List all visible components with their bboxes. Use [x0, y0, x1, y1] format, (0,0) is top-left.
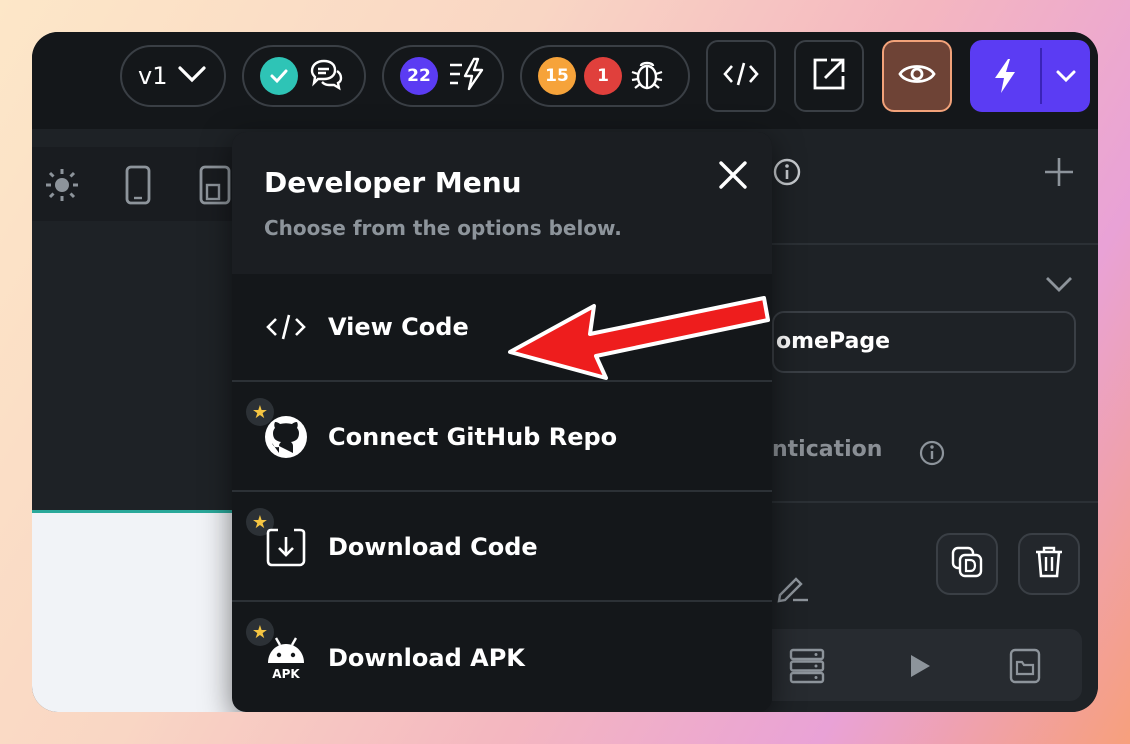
- menu-item-download-apk[interactable]: ★ APK Download APK: [232, 604, 772, 712]
- code-icon: [262, 303, 310, 351]
- warnings-count-badge: 15: [538, 57, 576, 95]
- add-icon[interactable]: [1042, 155, 1076, 193]
- panel-tabbar: [772, 629, 1082, 701]
- annotation-arrow: [502, 294, 772, 388]
- check-icon: [260, 57, 298, 95]
- properties-panel: omePage ntication: [772, 129, 1098, 712]
- menu-item-label: View Code: [328, 313, 469, 341]
- app-window: v1 22 15 1 omePage ntication Developer M…: [32, 32, 1098, 712]
- download-icon: [262, 523, 310, 571]
- canvas-preview: [32, 510, 252, 712]
- version-selector[interactable]: v1: [120, 45, 226, 107]
- code-icon: [722, 60, 760, 92]
- info-icon: [918, 439, 946, 471]
- apk-caption: APK: [272, 667, 300, 681]
- tasks-count-badge: 22: [400, 57, 438, 95]
- canvas-toolbar: [32, 147, 232, 221]
- review-pill[interactable]: [242, 45, 366, 107]
- eye-icon: [898, 61, 936, 91]
- panel-divider: [772, 501, 1098, 503]
- developer-menu: Developer Menu Choose from the options b…: [232, 132, 772, 712]
- android-icon: APK: [262, 634, 310, 682]
- preview-button[interactable]: [882, 40, 952, 112]
- open-external-button[interactable]: [794, 40, 864, 112]
- duplicate-icon: [950, 545, 984, 583]
- duplicate-button[interactable]: [936, 533, 998, 595]
- external-link-icon: [811, 56, 847, 96]
- menu-item-label: Download APK: [328, 644, 525, 672]
- tablet-icon[interactable]: [198, 165, 232, 209]
- issues-pill[interactable]: 15 1: [520, 45, 690, 107]
- chevron-down-icon: [177, 64, 207, 88]
- chevron-down-icon[interactable]: [1042, 69, 1090, 83]
- info-icon: [772, 157, 802, 191]
- edit-icon[interactable]: [776, 571, 810, 607]
- page-name-value: omePage: [776, 329, 891, 354]
- developer-menu-subtitle: Choose from the options below.: [264, 216, 622, 240]
- delete-button[interactable]: [1018, 533, 1080, 595]
- phone-icon[interactable]: [124, 165, 152, 209]
- folder-file-icon[interactable]: [1008, 647, 1042, 689]
- lightning-icon[interactable]: [970, 58, 1040, 94]
- menu-item-label: Connect GitHub Repo: [328, 423, 618, 451]
- chevron-down-icon[interactable]: [1044, 275, 1074, 297]
- github-icon: [262, 413, 310, 461]
- page-name-field[interactable]: omePage: [772, 311, 1076, 373]
- developer-menu-header: Developer Menu Choose from the options b…: [232, 132, 772, 274]
- top-toolbar: v1 22 15 1: [32, 32, 1098, 129]
- comments-icon: [308, 57, 344, 95]
- developer-menu-title: Developer Menu: [264, 166, 522, 199]
- tasks-pill[interactable]: 22: [382, 45, 504, 107]
- database-icon[interactable]: [788, 647, 826, 689]
- bug-icon: [630, 56, 664, 96]
- version-label: v1: [138, 62, 168, 90]
- trash-icon: [1034, 545, 1064, 583]
- play-icon[interactable]: [908, 653, 932, 683]
- errors-count-badge: 1: [584, 57, 622, 95]
- panel-divider: [772, 243, 1098, 245]
- code-button[interactable]: [706, 40, 776, 112]
- menu-item-connect-github[interactable]: ★ Connect GitHub Repo: [232, 384, 772, 492]
- sun-icon[interactable]: [44, 167, 80, 207]
- deploy-button-group: [970, 40, 1090, 112]
- menu-item-label: Download Code: [328, 533, 538, 561]
- auth-label: ntication: [772, 437, 883, 462]
- menu-item-download-code[interactable]: ★ Download Code: [232, 494, 772, 602]
- close-icon[interactable]: [716, 158, 750, 192]
- lightning-list-icon: [448, 57, 486, 95]
